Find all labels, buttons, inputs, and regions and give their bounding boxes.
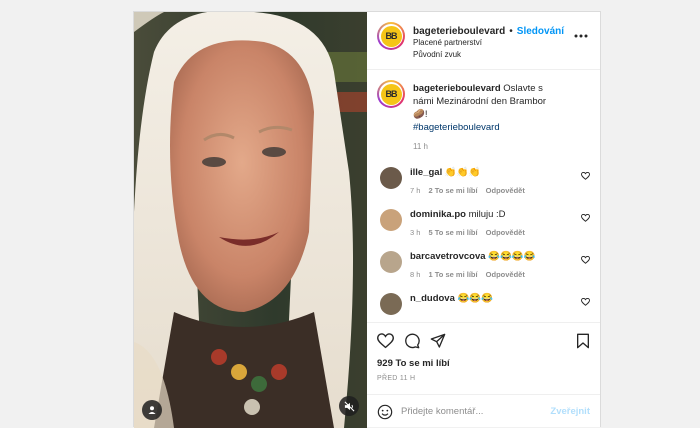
comment-likes[interactable]: 2 To se mi líbí	[429, 186, 478, 195]
comments-list[interactable]: BB bageterieboulevard Oslavte s námi Mez…	[367, 70, 600, 322]
likes-count[interactable]: 929 To se mi líbí	[367, 358, 600, 369]
comment-like-heart-icon[interactable]	[581, 298, 590, 306]
post-video[interactable]	[134, 12, 367, 428]
add-comment-bar: Zveřejnit	[367, 394, 600, 428]
mute-button[interactable]	[339, 396, 359, 416]
comment-input[interactable]	[401, 406, 551, 417]
comment-text: miluju :D	[468, 209, 506, 220]
author-avatar[interactable]: BB	[377, 22, 405, 50]
caption-time: 11 h	[413, 142, 428, 151]
share-paper-plane-icon[interactable]	[430, 333, 446, 349]
commenter-avatar[interactable]	[380, 167, 402, 189]
more-options-icon[interactable]	[574, 34, 588, 38]
comment-likes[interactable]: 5 To se mi líbí	[429, 228, 478, 237]
comment-time: 3 h	[410, 228, 421, 237]
brand-logo: BB	[380, 25, 402, 47]
comment-item: dominika.po miluju :D 3 h 5 To se mi líb…	[377, 209, 590, 237]
user-tags-button[interactable]	[142, 400, 162, 420]
post-header: BB bageterieboulevard • Sledování Placen…	[367, 12, 600, 70]
comment-emoji: 😂	[500, 251, 512, 262]
comment-bubble-icon[interactable]	[404, 333, 420, 349]
potato-emoji: 🥔	[413, 109, 425, 120]
caption-username[interactable]: bageterieboulevard	[413, 83, 501, 94]
comment-emoji: 😂	[511, 251, 524, 262]
action-bar	[367, 322, 600, 358]
original-audio-label[interactable]: Původní zvuk	[413, 49, 564, 61]
comment-emoji: 😂	[481, 293, 494, 304]
comment-item: barcavetrovcova 😂😂😂😂 8 h 1 To se mi líbí…	[377, 251, 590, 279]
comment-emoji: 👏	[456, 167, 469, 178]
comment-like-heart-icon[interactable]	[581, 172, 590, 180]
comment-emoji: 👏	[444, 167, 457, 178]
speaker-muted-icon	[344, 401, 354, 411]
caption-suffix: !	[424, 109, 428, 120]
caption-hashtag[interactable]: #bageterieboulevard	[413, 122, 500, 133]
commenter-avatar[interactable]	[380, 293, 402, 315]
comment-emoji: 😂	[523, 251, 536, 262]
reply-button[interactable]: Odpovědět	[486, 270, 525, 279]
commenter-username[interactable]: ille_gal	[410, 167, 442, 178]
commenter-avatar[interactable]	[380, 251, 402, 273]
caption-avatar[interactable]: BB	[377, 80, 405, 108]
comment-emoji: 😂	[469, 293, 482, 304]
paid-partnership-label[interactable]: Placené partnerství	[413, 37, 564, 49]
comment-like-heart-icon[interactable]	[581, 214, 590, 222]
video-frame-image	[134, 12, 367, 428]
reply-button[interactable]: Odpovědět	[486, 186, 525, 195]
comment-time: 7 h	[410, 186, 421, 195]
commenter-username[interactable]: n_dudova	[410, 293, 455, 304]
brand-logo: BB	[380, 83, 402, 105]
comment-item: n_dudova 😂😂😂	[377, 293, 590, 315]
commenter-avatar[interactable]	[380, 209, 402, 231]
comment-emoji: 😂	[488, 251, 501, 262]
user-icon	[148, 406, 156, 414]
save-bookmark-icon[interactable]	[576, 333, 590, 349]
post-sidebar: BB bageterieboulevard • Sledování Placen…	[367, 12, 600, 428]
comment-like-heart-icon[interactable]	[581, 256, 590, 264]
emoji-smiley-icon[interactable]	[377, 404, 393, 420]
comment-likes[interactable]: 1 To se mi líbí	[429, 270, 478, 279]
commenter-username[interactable]: barcavetrovcova	[410, 251, 486, 262]
reply-button[interactable]: Odpovědět	[486, 228, 525, 237]
follow-button[interactable]: Sledování	[517, 26, 564, 37]
comment-emoji: 😂	[457, 293, 470, 304]
separator: •	[509, 26, 513, 37]
like-heart-icon[interactable]	[377, 332, 394, 349]
comment-item: ille_gal 👏👏👏 7 h 2 To se mi líbí Odpověd…	[377, 167, 590, 195]
post-caption: BB bageterieboulevard Oslavte s námi Mez…	[377, 70, 590, 153]
commenter-username[interactable]: dominika.po	[410, 209, 466, 220]
instagram-post-modal: BB bageterieboulevard • Sledování Placen…	[133, 11, 601, 428]
publish-button[interactable]: Zveřejnit	[550, 406, 590, 417]
post-date: PŘED 11 H	[377, 375, 416, 382]
comment-emoji: 👏	[468, 167, 481, 178]
comment-time: 8 h	[410, 270, 421, 279]
author-username[interactable]: bageterieboulevard	[413, 26, 505, 37]
